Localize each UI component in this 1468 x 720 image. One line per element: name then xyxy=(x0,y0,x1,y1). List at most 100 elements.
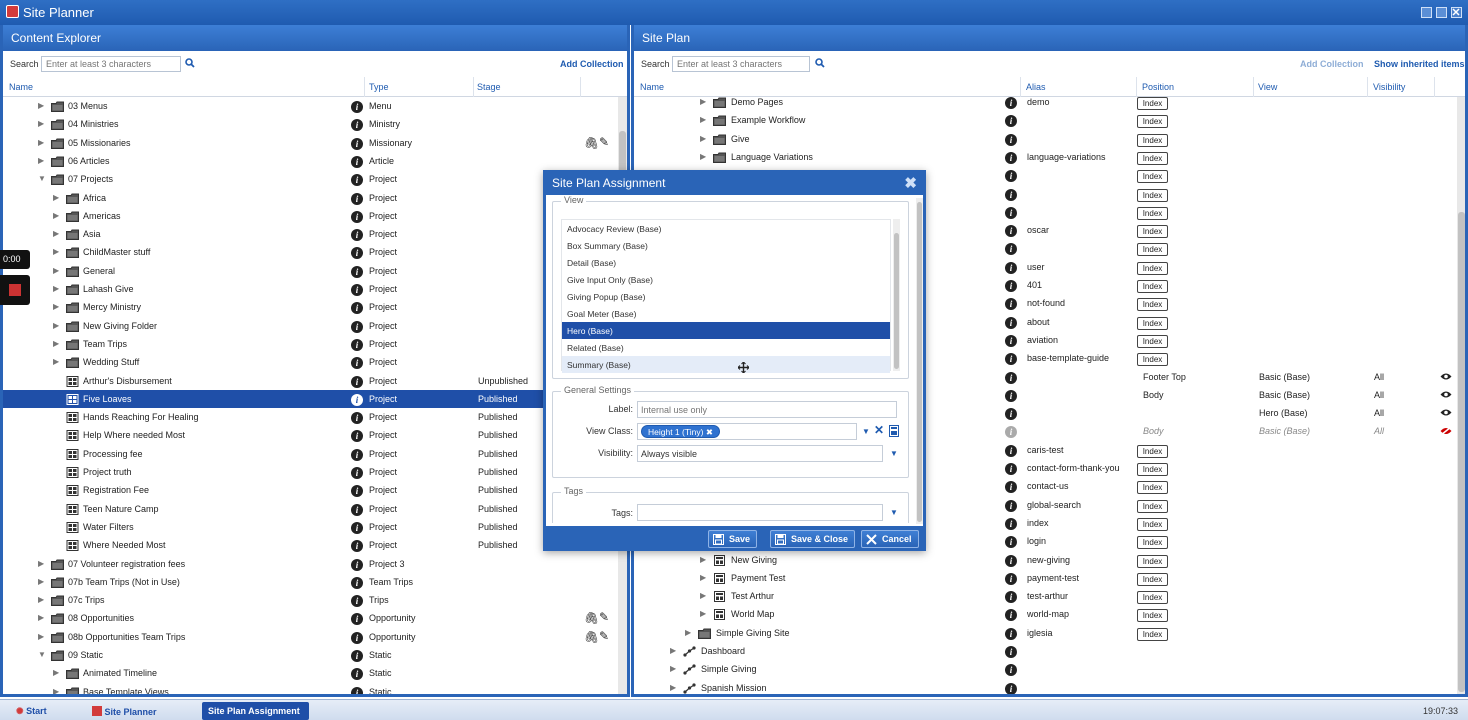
minimize-button[interactable] xyxy=(1421,7,1432,18)
visibility-dropdown-icon[interactable]: ▼ xyxy=(890,449,898,458)
tree-toggle-icon[interactable]: ▶ xyxy=(670,646,676,655)
info-icon[interactable]: i xyxy=(351,412,363,425)
view-class-input[interactable]: Height 1 (Tiny) ✖ xyxy=(637,423,857,440)
tree-toggle-icon[interactable]: ▶ xyxy=(700,152,706,161)
info-icon[interactable]: i xyxy=(351,375,363,388)
view-option[interactable]: Related (Base) xyxy=(562,339,890,356)
tree-toggle-icon[interactable]: ▶ xyxy=(53,321,59,330)
site-plan-row[interactable]: ▶ World Map i world-map Index xyxy=(634,605,1465,623)
chip-remove-icon[interactable]: ✖ xyxy=(706,427,713,437)
content-row[interactable]: Processing fee i Project Published xyxy=(3,445,627,463)
col-alias[interactable]: Alias xyxy=(1026,82,1046,92)
index-button[interactable]: Index xyxy=(1137,517,1168,531)
search-icon[interactable] xyxy=(815,58,825,68)
info-icon[interactable]: i xyxy=(351,338,363,351)
taskbar-site-plan-assignment[interactable]: Site Plan Assignment xyxy=(202,702,309,720)
content-row[interactable]: ▶ 07b Team Trips (Not in Use) i Team Trips xyxy=(3,573,627,591)
info-icon[interactable]: i xyxy=(1005,298,1017,311)
info-icon[interactable]: i xyxy=(1005,682,1017,694)
info-icon[interactable]: i xyxy=(351,265,363,278)
content-row[interactable]: ▶ 07 Volunteer registration fees i Project … xyxy=(3,555,627,573)
info-icon[interactable]: i xyxy=(351,686,363,694)
content-row[interactable]: ▶ 08 Opportunities i Opportunity 🖇 ✎ xyxy=(3,609,627,627)
index-button[interactable]: Index xyxy=(1137,151,1168,165)
col-name[interactable]: Name xyxy=(9,82,33,92)
clear-view-class-icon[interactable]: ✕ xyxy=(874,423,884,437)
col-position[interactable]: Position xyxy=(1142,82,1174,92)
taskbar-site-planner[interactable]: Site Planner xyxy=(86,702,163,720)
index-button[interactable]: Index xyxy=(1137,243,1168,257)
index-button[interactable]: Index xyxy=(1137,591,1168,605)
info-icon[interactable]: i xyxy=(351,393,363,406)
index-button[interactable]: Index xyxy=(1137,463,1168,476)
info-icon[interactable]: i xyxy=(1005,481,1017,494)
info-icon[interactable]: i xyxy=(1005,389,1017,402)
index-button[interactable]: Index xyxy=(1137,627,1168,641)
info-icon[interactable]: i xyxy=(1005,646,1017,658)
info-icon[interactable]: i xyxy=(1005,499,1017,512)
content-row[interactable]: ▶ New Giving Folder i Project xyxy=(3,317,627,335)
tree-toggle-icon[interactable]: ▼ xyxy=(38,174,46,183)
col-stage[interactable]: Stage xyxy=(477,82,501,92)
info-icon[interactable]: i xyxy=(351,448,363,461)
content-row[interactable]: ▶ 05 Missionaries i Missionary 🖇 ✎ xyxy=(3,134,627,152)
info-icon[interactable]: i xyxy=(1005,664,1017,677)
view-option[interactable]: Box Summary (Base) xyxy=(562,237,890,254)
site-plan-row[interactable]: ▶ Language Variations i language-variations… xyxy=(634,148,1465,166)
info-icon[interactable]: i xyxy=(1005,591,1017,604)
site-plan-row[interactable]: ▶ New Giving i new-giving Index xyxy=(634,551,1465,569)
info-icon[interactable]: i xyxy=(351,668,363,681)
tree-toggle-icon[interactable]: ▶ xyxy=(38,156,44,165)
info-icon[interactable]: i xyxy=(351,284,363,296)
info-icon[interactable]: i xyxy=(351,576,363,589)
edit-icon[interactable]: ✎ xyxy=(599,610,609,624)
content-row[interactable]: ▶ Wedding Stuff i Project xyxy=(3,353,627,371)
content-row[interactable]: ▶ Africa i Project xyxy=(3,189,627,207)
content-row[interactable]: ▶ Mercy Ministry i Project xyxy=(3,298,627,316)
site-plan-row[interactable]: ▶ Demo Pages i demo Index xyxy=(634,97,1465,111)
content-row[interactable]: ▶ Base Template Views i Static xyxy=(3,683,627,694)
tree-toggle-icon[interactable]: ▶ xyxy=(700,573,706,582)
left-search-input[interactable] xyxy=(41,56,181,72)
info-icon[interactable]: i xyxy=(351,595,363,608)
view-list-scroll-thumb[interactable] xyxy=(894,233,899,369)
right-search-input[interactable] xyxy=(672,56,810,72)
attach-icon[interactable]: 🖇 xyxy=(584,611,599,625)
tree-toggle-icon[interactable]: ▶ xyxy=(53,357,59,366)
info-icon[interactable]: i xyxy=(351,302,363,315)
index-button[interactable]: Index xyxy=(1137,536,1168,550)
info-icon[interactable]: i xyxy=(1005,97,1017,109)
tags-input[interactable] xyxy=(637,504,883,521)
tree-toggle-icon[interactable]: ▶ xyxy=(38,613,44,622)
site-plan-row[interactable]: ▶ Simple Giving Site i iglesia Index xyxy=(634,624,1465,642)
attach-icon[interactable]: 🖇 xyxy=(584,630,599,644)
content-row[interactable]: ▶ ChildMaster stuff i Project xyxy=(3,243,627,261)
tree-toggle-icon[interactable]: ▶ xyxy=(38,632,44,641)
info-icon[interactable]: i xyxy=(351,631,363,644)
tree-toggle-icon[interactable]: ▶ xyxy=(38,138,44,147)
info-icon[interactable]: i xyxy=(351,247,363,260)
info-icon[interactable]: i xyxy=(351,155,363,168)
content-row[interactable]: Teen Nature Camp i Project Published xyxy=(3,500,627,518)
tree-toggle-icon[interactable]: ▶ xyxy=(53,284,59,293)
index-button[interactable]: Index xyxy=(1137,298,1168,312)
tree-toggle-icon[interactable]: ▶ xyxy=(38,119,44,128)
attach-icon[interactable]: 🖇 xyxy=(584,136,599,150)
tree-toggle-icon[interactable]: ▶ xyxy=(38,577,44,586)
save-and-close-button[interactable]: Save & Close xyxy=(770,530,856,548)
edit-icon[interactable]: ✎ xyxy=(599,135,609,149)
info-icon[interactable]: i xyxy=(1005,206,1017,219)
stop-recording-button[interactable] xyxy=(0,275,30,305)
col-view[interactable]: View xyxy=(1258,82,1277,92)
site-plan-row[interactable]: ▶ Dashboard i xyxy=(634,642,1465,660)
index-button[interactable]: Index xyxy=(1137,115,1168,129)
tree-toggle-icon[interactable]: ▶ xyxy=(53,211,59,220)
site-plan-row[interactable]: ▶ Payment Test i payment-test Index xyxy=(634,569,1465,587)
index-button[interactable]: Index xyxy=(1137,225,1168,239)
site-plan-row[interactable]: ▶ Spanish Mission i xyxy=(634,679,1465,694)
tree-toggle-icon[interactable]: ▶ xyxy=(53,687,59,694)
content-row[interactable]: ▶ 03 Menus i Menu xyxy=(3,97,627,115)
content-row[interactable]: Water Filters i Project Published xyxy=(3,518,627,536)
view-option[interactable]: Advocacy Review (Base) xyxy=(562,220,890,237)
col-type[interactable]: Type xyxy=(369,82,389,92)
